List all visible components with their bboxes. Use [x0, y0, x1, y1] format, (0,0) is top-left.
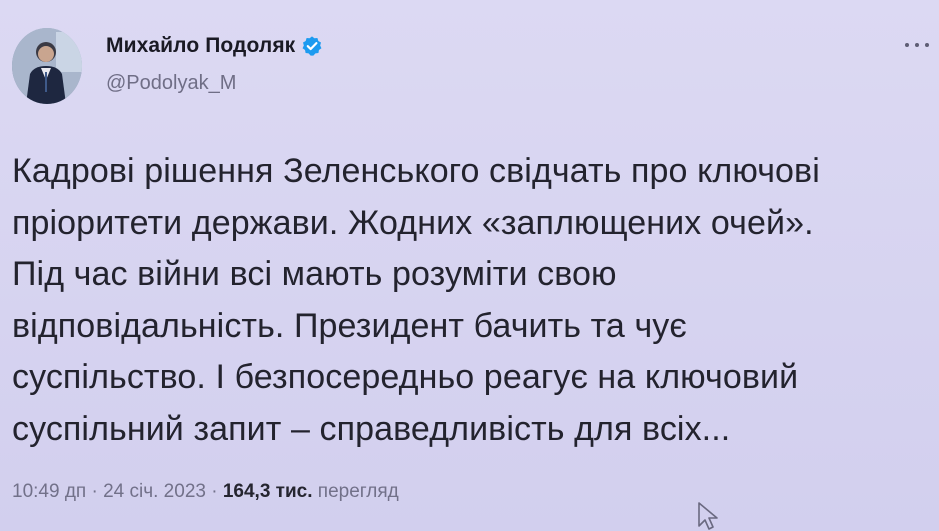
author-avatar[interactable]	[12, 28, 82, 104]
verified-badge-icon	[302, 36, 322, 56]
meta-separator: ·	[205, 481, 223, 502]
person-silhouette-icon	[12, 28, 82, 104]
tweet-time[interactable]: 10:49 дп	[12, 481, 86, 502]
tweet-meta: 10:49 дп · 24 січ. 2023 · 164,3 тис. пер…	[12, 481, 399, 503]
views-label: перегляд	[312, 481, 399, 502]
mouse-pointer-icon	[698, 502, 718, 530]
tweet-card: Михайло Подоляк @Podolyak_M Кадрові ріше…	[0, 0, 939, 531]
author-block: Михайло Подоляк @Podolyak_M	[106, 34, 323, 95]
tweet-date[interactable]: 24 січ. 2023	[103, 481, 206, 502]
author-handle[interactable]: @Podolyak_M	[106, 72, 323, 95]
author-name-row: Михайло Подоляк	[106, 34, 323, 58]
meta-separator: ·	[86, 481, 104, 502]
tweet-text: Кадрові рішення Зеленського свідчать про…	[12, 152, 820, 448]
views-count[interactable]: 164,3 тис.	[223, 481, 313, 502]
more-options-icon[interactable]	[905, 40, 929, 50]
author-name[interactable]: Михайло Подоляк	[106, 34, 295, 58]
